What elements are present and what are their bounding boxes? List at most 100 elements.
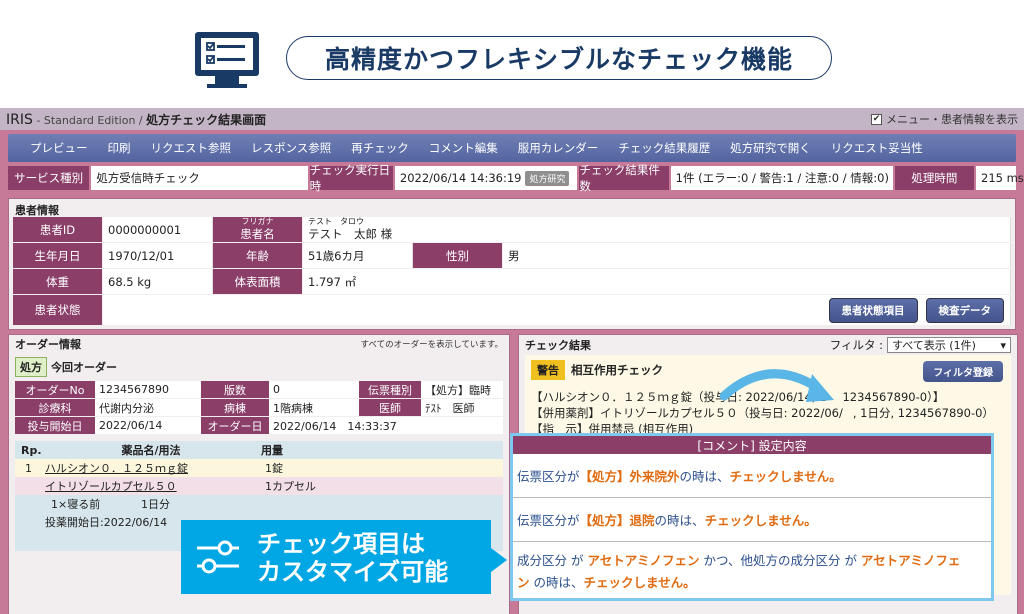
menu-request-validity[interactable]: リクエスト妥当性	[821, 140, 933, 156]
patient-id-label: 患者ID	[13, 217, 103, 242]
rx-start: 投薬開始日:2022/06/14	[45, 516, 168, 529]
service-type-value: 処方受信時チェック	[91, 166, 308, 190]
callout-line-1: チェック項目は	[257, 530, 425, 558]
monitor-checklist-icon	[195, 32, 259, 88]
filter-select[interactable]: すべて表示 (1件) ▾	[887, 337, 1011, 353]
version-label: 版数	[201, 381, 269, 398]
patient-status-label: 患者状態	[13, 295, 103, 325]
comment-rule-3: 成分区分 が アセトアミノフェン かつ、他処方の成分区分 が アセトアミノフェ …	[517, 553, 961, 590]
furigana-label: フリガナ	[241, 217, 274, 226]
rx-col-qty: 用量	[261, 444, 283, 457]
start-date-value: 2022/06/14	[95, 417, 201, 434]
exec-time-value: 2022/06/14 14:36:19	[399, 171, 522, 185]
rx-rp-no: 1	[25, 461, 32, 475]
dept-label: 診療科	[15, 399, 95, 416]
order-date-value: 2022/06/14 14:33:37	[269, 417, 503, 434]
order-no-label: オーダーNo	[15, 381, 95, 398]
curved-arrow-icon	[719, 369, 834, 402]
page-title: 処方チェック結果画面	[146, 112, 267, 127]
patient-row-weight: 体重 68.5 kg 体表面積 1.797 ㎡	[13, 269, 1011, 294]
drug-link-itrizole[interactable]: イトリゾールカプセル５０	[45, 478, 265, 494]
patient-row-dob: 生年月日 1970/12/01 年齢 51歳6カ月 性別 男	[13, 243, 1011, 268]
lab-data-button[interactable]: 検査データ	[925, 297, 1004, 323]
patient-row-status: 患者状態 患者状態項目 検査データ	[13, 295, 1011, 325]
sex-value: 男	[503, 243, 1011, 268]
furigana-value: テスト タロウ	[308, 217, 364, 226]
drug-qty-1: 1錠	[265, 462, 283, 475]
chevron-down-icon: ▾	[1000, 338, 1006, 352]
headline: 高精度かつフレキシブルなチェック機能	[0, 0, 1024, 104]
menu-response-ref[interactable]: レスポンス参照	[241, 140, 341, 156]
filter-register-button[interactable]: フィルタ登録	[923, 361, 1003, 382]
callout-pointer	[491, 548, 507, 572]
check-type: 相互作用チェック	[571, 363, 663, 377]
ward-value: 1階病棟	[269, 399, 359, 416]
version-value: 0	[269, 381, 359, 398]
patient-status-button[interactable]: 患者状態項目	[828, 297, 918, 323]
menu-toggle[interactable]: ✔ メニュー・患者情報を表示	[871, 111, 1018, 127]
sliders-icon	[197, 540, 239, 574]
table-row: 1 ハルシオン０．１２５ｍｇ錠 1錠	[15, 459, 503, 477]
menu-request-ref[interactable]: リクエスト参照	[141, 140, 242, 156]
comment-rule-2: 伝票区分 が 【処方】退院 の時は、 チェックしません。	[513, 498, 991, 542]
bsa-label: 体表面積	[213, 269, 303, 294]
slip-value: 【処方】臨時	[421, 381, 503, 398]
weight-value: 68.5 kg	[103, 269, 213, 294]
menu-bar: プレビュー 印刷 リクエスト参照 レスポンス参照 再チェック コメント編集 服用…	[8, 134, 1016, 162]
app-edition: - Standard Edition /	[32, 113, 147, 127]
table-row: イトリゾールカプセル５０ 1カプセル	[15, 477, 503, 495]
order-note: すべてのオーダーを表示しています。	[360, 340, 503, 350]
customize-callout: チェック項目は カスタマイズ可能	[181, 520, 491, 594]
check-line-2-end: , 1日分, 1234567890-0）	[852, 406, 994, 420]
comment-settings-panel: [コメント] 設定内容 伝票区分 が 【処方】外来院外 の時は、 チェックしません…	[510, 433, 994, 601]
comment-rule-1: 伝票区分 が 【処方】外来院外 の時は、 チェックしません。	[513, 454, 991, 498]
table-row: 1×寝る前 1日分	[15, 495, 503, 513]
headline-title: 高精度かつフレキシブルなチェック機能	[286, 36, 832, 80]
age-label: 年齢	[213, 243, 303, 268]
filter-select-value: すべて表示 (1件)	[892, 339, 976, 352]
dob-label: 生年月日	[13, 243, 103, 268]
title-bar: IRIS - Standard Edition / 処方チェック結果画面 ✔ メ…	[0, 108, 1024, 130]
start-date-label: 投与開始日	[15, 417, 95, 434]
patient-name-value: テスト 太郎 様	[308, 227, 393, 241]
process-time-label: 処理時間	[894, 166, 974, 190]
age-value: 51歳6カ月	[303, 243, 413, 268]
menu-comment-edit[interactable]: コメント編集	[419, 140, 508, 156]
menu-dose-calendar[interactable]: 服用カレンダー	[508, 140, 609, 156]
current-order-label: 今回オーダー	[51, 361, 117, 374]
callout-line-2: カスタマイズ可能	[257, 558, 449, 586]
rx-col-drug: 薬品名/用法	[121, 444, 181, 457]
sex-label: 性別	[413, 243, 503, 268]
order-no-value: 1234567890	[95, 381, 201, 398]
comment-settings-title: [コメント] 設定内容	[513, 436, 991, 454]
weight-label: 体重	[13, 269, 103, 294]
patient-panel-title: 患者情報	[15, 204, 59, 217]
patient-row-id: 患者ID 0000000001 フリガナ 患者名 テスト タロウ テスト 太郎 …	[13, 217, 1011, 242]
menu-open-research[interactable]: 処方研究で開く	[720, 140, 821, 156]
menu-check-history[interactable]: チェック結果履歴	[608, 140, 720, 156]
slip-label: 伝票種別	[359, 381, 421, 398]
bsa-value: 1.797 ㎡	[303, 269, 1011, 294]
doctor-label: 医師	[359, 399, 421, 416]
order-type-tag[interactable]: 処方	[15, 357, 47, 377]
ward-label: 病棟	[201, 399, 269, 416]
menu-preview[interactable]: プレビュー	[20, 140, 98, 156]
menu-print[interactable]: 印刷	[98, 140, 141, 156]
drug-link-halcion[interactable]: ハルシオン０．１２５ｍｇ錠	[45, 460, 265, 476]
drug-qty-2: 1カプセル	[265, 480, 316, 493]
exec-badge: 処方研究	[525, 170, 570, 186]
check-line-1-end: 1234567890-0）】	[842, 390, 945, 404]
menu-toggle-checkbox[interactable]: ✔	[871, 113, 882, 125]
warning-badge: 警告	[531, 360, 565, 380]
process-time-value: 215 ms	[976, 166, 1024, 190]
patient-id-value: 0000000001	[103, 217, 213, 242]
result-count-value: 1件 (エラー:0 / 警告:1 / 注意:0 / 情報:0)	[670, 166, 893, 190]
menu-toggle-label: メニュー・患者情報を表示	[886, 113, 1018, 126]
result-count-label: チェック結果件数	[579, 163, 669, 193]
menu-recheck[interactable]: 再チェック	[341, 140, 419, 156]
doctor-value: ﾃｽﾄ 医師	[421, 399, 503, 416]
rx-usage: 1×寝る前	[51, 498, 101, 511]
patient-name-label: 患者名	[240, 227, 275, 241]
app-brand: IRIS	[6, 111, 33, 128]
service-bar: サービス種別 処方受信時チェック チェック実行日時 2022/06/14 14:…	[8, 163, 1024, 193]
